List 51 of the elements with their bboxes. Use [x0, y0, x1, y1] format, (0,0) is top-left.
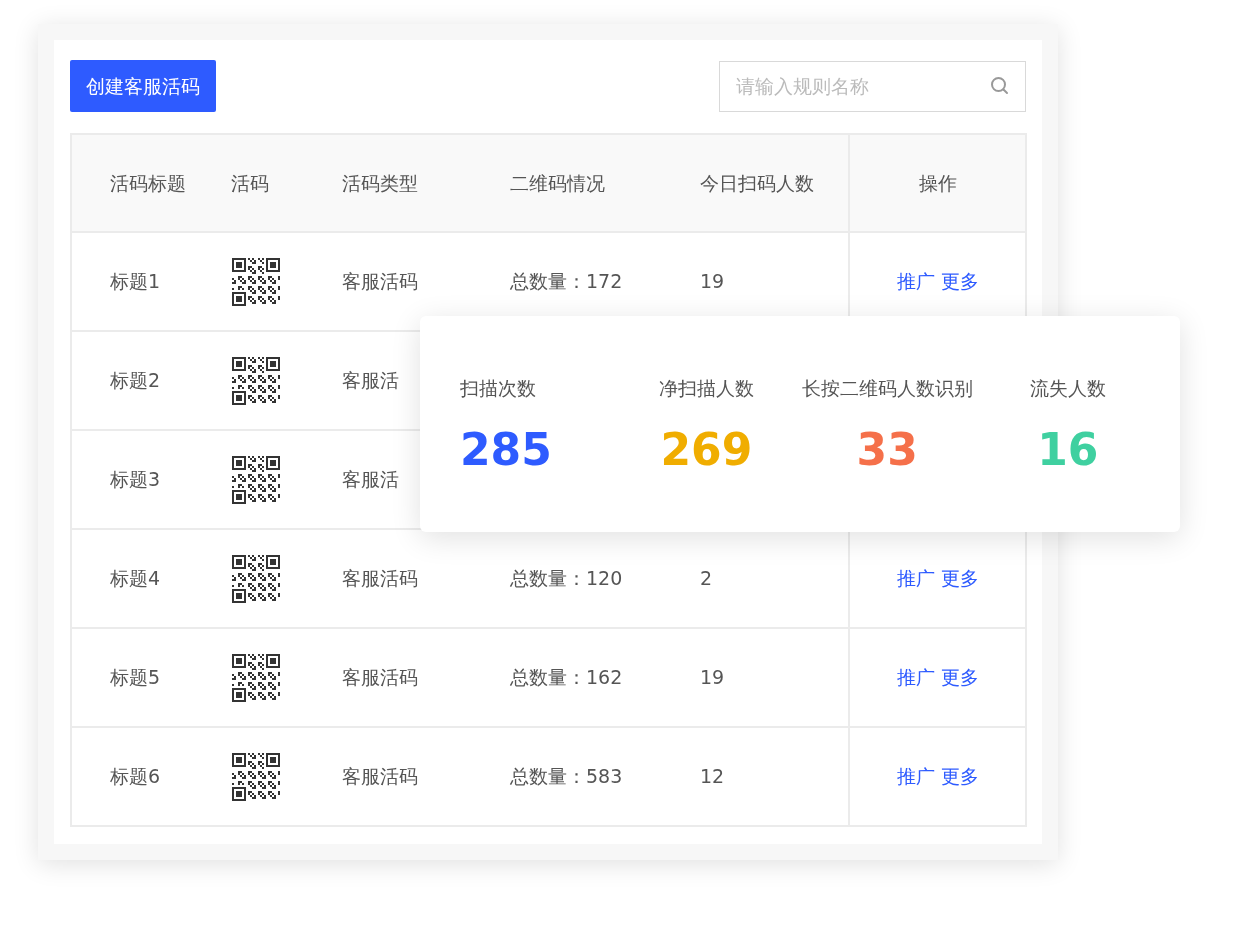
create-button[interactable]: 创建客服活码 — [70, 60, 216, 112]
search-field[interactable]: 请输入规则名称 — [719, 60, 1026, 112]
row-title: 标题2 — [110, 369, 161, 392]
column-header: 活码类型 — [342, 171, 418, 194]
qr-code-icon — [232, 653, 280, 702]
search-icon — [990, 75, 1010, 96]
today-scans: 19 — [700, 666, 725, 689]
action-link[interactable]: 推广 — [896, 270, 935, 293]
action-link[interactable]: 推广 — [896, 567, 935, 590]
column-header: 活码 — [231, 171, 269, 194]
stat-value: 269 — [660, 422, 753, 477]
column-header: 操作 — [918, 171, 957, 194]
stat-label: 流失人数 — [1029, 376, 1106, 401]
total-count: 总数量：583 — [510, 765, 623, 788]
qr-code-icon — [232, 257, 280, 306]
total-count: 总数量：120 — [510, 567, 623, 590]
column-header: 活码标题 — [110, 171, 186, 194]
qr-code-icon — [232, 554, 280, 603]
action-link[interactable]: 更多 — [940, 765, 979, 788]
code-type: 客服活码 — [342, 270, 418, 293]
qr-code-icon — [232, 752, 280, 801]
code-type: 客服活码 — [342, 666, 418, 689]
qr-code-icon — [232, 356, 280, 405]
stat-label: 长按二维码人数识别 — [801, 376, 973, 401]
total-count: 总数量：162 — [510, 666, 623, 689]
total-count: 总数量：172 — [510, 270, 623, 293]
row-title: 标题6 — [110, 765, 161, 788]
qr-code-icon — [232, 455, 280, 504]
column-header: 今日扫码人数 — [700, 171, 814, 194]
stat-value: 285 — [460, 422, 552, 477]
stat-value: 33 — [856, 422, 918, 477]
action-link[interactable]: 更多 — [940, 270, 979, 293]
code-type: 客服活码 — [342, 567, 418, 590]
code-type: 客服活 — [342, 369, 399, 392]
today-scans: 12 — [700, 765, 725, 788]
stat-value: 16 — [1037, 422, 1099, 477]
action-link[interactable]: 推广 — [896, 765, 935, 788]
action-link[interactable]: 更多 — [940, 666, 979, 689]
row-title: 标题3 — [110, 468, 161, 491]
action-link[interactable]: 推广 — [896, 666, 935, 689]
code-type: 客服活码 — [342, 765, 418, 788]
stat-label: 净扫描人数 — [658, 376, 754, 401]
today-scans: 19 — [700, 270, 725, 293]
row-title: 标题5 — [110, 666, 161, 689]
column-header: 二维码情况 — [510, 171, 605, 194]
action-link[interactable]: 更多 — [940, 567, 979, 590]
today-scans: 2 — [700, 567, 713, 590]
row-title: 标题1 — [110, 270, 161, 293]
row-title: 标题4 — [110, 567, 161, 590]
code-type: 客服活 — [342, 468, 399, 491]
stat-label: 扫描次数 — [460, 376, 536, 401]
